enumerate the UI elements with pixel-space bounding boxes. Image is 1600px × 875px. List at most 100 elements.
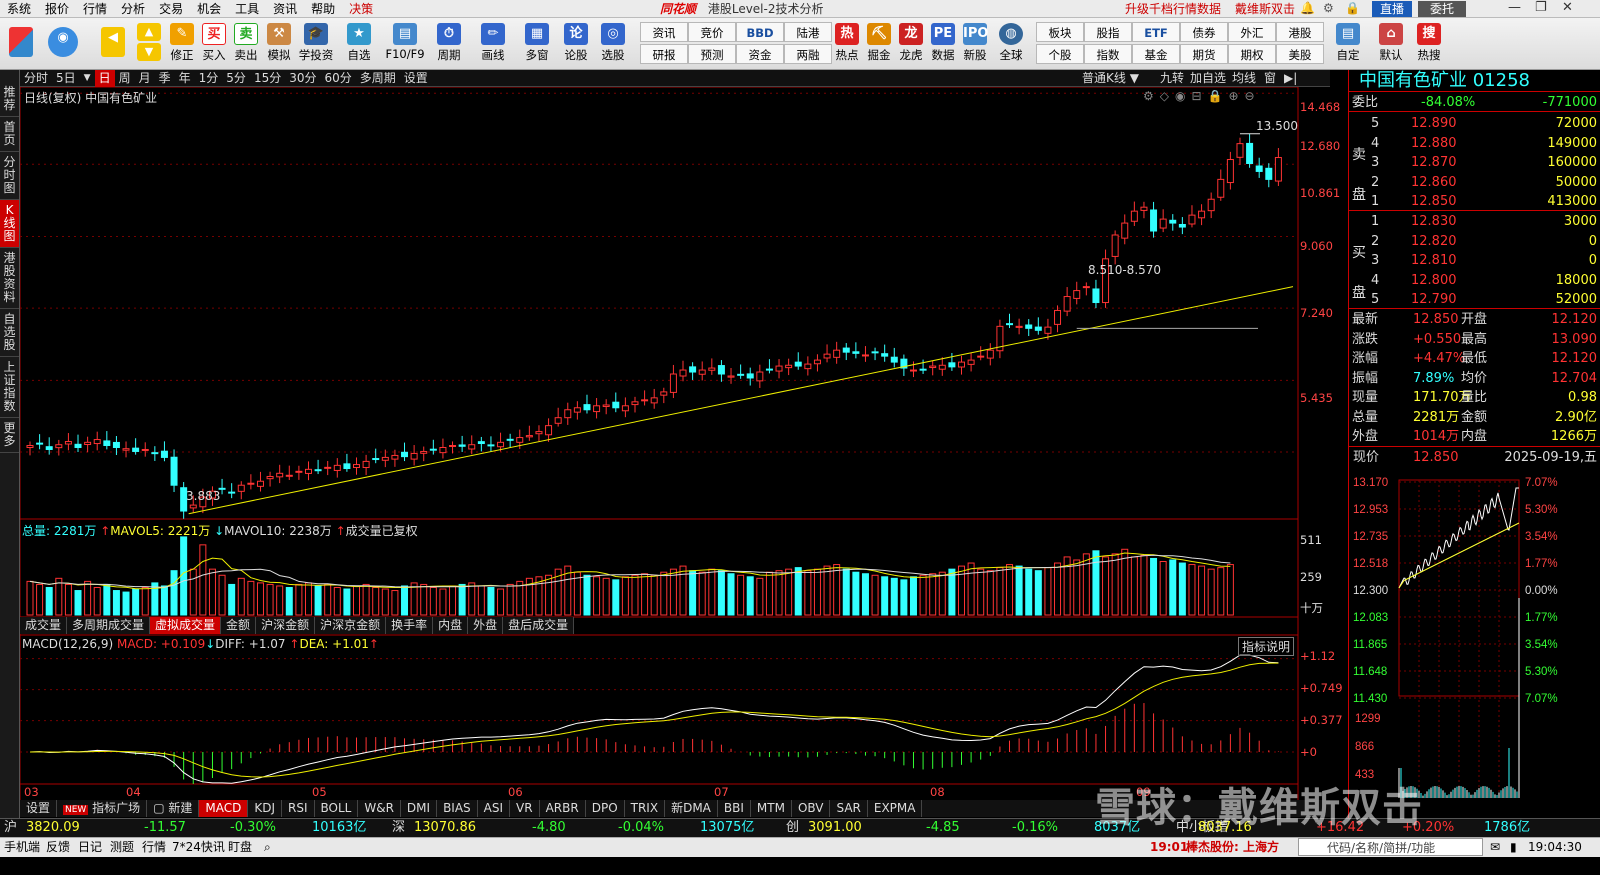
period-multi[interactable]: 多周期 <box>356 70 400 87</box>
bottom-feedback[interactable]: 反馈 <box>46 838 70 857</box>
toolbar-dig[interactable]: ⛏ 掘金 <box>864 21 894 67</box>
gear-icon[interactable]: ⚙ <box>1323 1 1334 15</box>
ind-boll[interactable]: BOLL <box>315 800 359 817</box>
menu-help[interactable]: 帮助 <box>304 0 342 18</box>
left-tab-timeshare[interactable]: 分时图 <box>0 152 19 200</box>
index-name[interactable]: 深 <box>392 819 405 837</box>
toolbar-fix[interactable]: ✎ 修正 <box>167 21 197 67</box>
tab-turnover[interactable]: 换手率 <box>386 617 434 634</box>
bid-row[interactable]: 5 12.790 52000 <box>1349 290 1600 309</box>
period-15min[interactable]: 15分 <box>250 70 285 87</box>
toolbar-draw[interactable]: ✏ 画线 <box>478 21 508 67</box>
toolbar-simulate[interactable]: ⚒ 模拟 <box>264 21 294 67</box>
maximize-icon[interactable]: ❐ <box>1535 0 1547 15</box>
ind-dmi[interactable]: DMI <box>401 800 438 817</box>
period-quarter[interactable]: 季 <box>155 70 175 87</box>
tab-hs-amount[interactable]: 沪深金额 <box>256 617 316 634</box>
tab-virtual-volume[interactable]: 虚拟成交量 <box>150 617 222 634</box>
bottom-diary[interactable]: 日记 <box>78 838 102 857</box>
bottom-quiz[interactable]: 测题 <box>110 838 134 857</box>
ind-newdma[interactable]: 新DMA <box>665 800 718 817</box>
ind-trix[interactable]: TRIX <box>625 800 666 817</box>
period-5min[interactable]: 5分 <box>222 70 250 87</box>
left-tab-recommend[interactable]: 推荐 <box>0 70 19 117</box>
btn-auction[interactable]: 竞价 <box>688 22 736 42</box>
ind-dpo[interactable]: DPO <box>586 800 625 817</box>
toolbar-watchlist[interactable]: ★ 自选 <box>344 21 374 67</box>
stat-row[interactable]: 涨幅 +4.47% 最低 12.120 <box>1349 349 1600 368</box>
order-button[interactable]: 委托 <box>1418 1 1466 17</box>
minimize-icon[interactable]: — <box>1508 0 1521 15</box>
mail-icon[interactable]: ✉ <box>1490 838 1500 857</box>
user-link[interactable]: 戴维斯双击 <box>1235 0 1295 18</box>
toolbar-picker[interactable]: ◎ 选股 <box>598 21 628 67</box>
ind-rsi[interactable]: RSI <box>282 800 315 817</box>
ind-plaza[interactable]: NEW 指标广场 <box>57 800 148 817</box>
kline-type-select[interactable]: 普通K线 ▼ <box>1082 70 1139 87</box>
ind-kdj[interactable]: KDJ <box>248 800 283 817</box>
period-1min[interactable]: 1分 <box>195 70 223 87</box>
news-ticker[interactable]: 棒杰股份: 上海方 <box>1186 838 1279 857</box>
tab-multi-volume[interactable]: 多周期成交量 <box>67 617 151 634</box>
search-icon[interactable]: ⌕ <box>264 838 271 857</box>
period-day[interactable]: 日 <box>94 69 115 87</box>
btn-bbd[interactable]: BBD <box>736 22 784 42</box>
bid-row[interactable]: 3 12.810 0 <box>1349 251 1600 270</box>
stat-row[interactable]: 现量 171.70万 量比 0.98 <box>1349 388 1600 407</box>
menu-tools[interactable]: 工具 <box>228 0 266 18</box>
btn-stock[interactable]: 个股 <box>1036 44 1084 64</box>
toolbar-period[interactable]: ⏱ 周期 <box>434 21 464 67</box>
chart-tool-icons[interactable]: ⚙◇◉⊟🔒⊕⊖ <box>1143 89 1261 103</box>
back-arrow-icon[interactable]: ◀ <box>98 21 128 67</box>
toolbar-global[interactable]: ◍ 全球 <box>996 21 1026 67</box>
btn-fund[interactable]: 基金 <box>1132 44 1180 64</box>
ask-row[interactable]: 2 12.860 50000 <box>1349 173 1600 192</box>
stat-row[interactable]: 外盘 1014万 内盘 1266万 <box>1349 427 1600 446</box>
btn-options[interactable]: 期权 <box>1228 44 1276 64</box>
ask-row[interactable]: 3 12.870 160000 <box>1349 153 1600 172</box>
ind-wr[interactable]: W&R <box>358 800 401 817</box>
bid-row[interactable]: 1 12.830 3000 <box>1349 212 1600 231</box>
index-name[interactable]: 沪 <box>4 819 17 837</box>
add-watchlist-button[interactable]: 加自选 <box>1190 70 1226 87</box>
left-tab-more[interactable]: 更多 <box>0 418 19 453</box>
stat-row[interactable]: 涨跌 +0.550 最高 13.090 <box>1349 330 1600 349</box>
menu-opportunity[interactable]: 机会 <box>190 0 228 18</box>
period-60min[interactable]: 60分 <box>321 70 356 87</box>
period-month[interactable]: 月 <box>135 70 155 87</box>
tab-amount[interactable]: 金额 <box>221 617 257 634</box>
ind-asi[interactable]: ASI <box>478 800 511 817</box>
left-tab-watchlist[interactable]: 自选股 <box>0 309 19 357</box>
btn-futures[interactable]: 期货 <box>1180 44 1228 64</box>
ind-new[interactable]: ▢ 新建 <box>147 800 200 817</box>
ma-button[interactable]: 均线 <box>1232 70 1256 87</box>
expand-icon[interactable]: ▶| <box>1284 70 1297 87</box>
period-settings[interactable]: 设置 <box>400 70 432 87</box>
toolbar-f10[interactable]: ▤ F10/F9 <box>384 21 426 67</box>
left-tab-home[interactable]: 首页 <box>0 117 19 152</box>
btn-forex[interactable]: 外汇 <box>1228 22 1276 42</box>
robot-icon[interactable]: ◉ <box>48 21 78 67</box>
ask-row[interactable]: 5 12.890 72000 <box>1349 114 1600 133</box>
app-logo-icon[interactable] <box>6 21 36 67</box>
bottom-news[interactable]: 7*24快讯 <box>172 838 225 857</box>
btn-index-futures[interactable]: 股指 <box>1084 22 1132 42</box>
nine-turn-button[interactable]: 九转 <box>1160 70 1184 87</box>
ind-bbi[interactable]: BBI <box>718 800 751 817</box>
ind-bias[interactable]: BIAS <box>437 800 478 817</box>
btn-hk[interactable]: 港股 <box>1276 22 1324 42</box>
kline-chart[interactable] <box>20 87 1348 818</box>
menu-analysis[interactable]: 分析 <box>114 0 152 18</box>
close-icon[interactable]: ✕ <box>1562 0 1573 15</box>
toolbar-multiwin[interactable]: ▦ 多窗 <box>522 21 552 67</box>
btn-bond[interactable]: 债券 <box>1180 22 1228 42</box>
toolbar-hot[interactable]: 热热点 <box>832 21 862 67</box>
period-dropdown-icon[interactable]: ▼ <box>80 70 95 87</box>
bottom-market[interactable]: 行情 <box>142 838 166 857</box>
stat-row[interactable]: 总量 2281万 金额 2.90亿 <box>1349 408 1600 427</box>
intraday-chart[interactable]: 13.170 7.07% 12.953 5.30% 12.735 3.54% 12.518 1… <box>1349 468 1600 800</box>
toolbar-buy[interactable]: 买买入 <box>199 21 229 67</box>
bid-row[interactable]: 4 12.800 18000 <box>1349 271 1600 290</box>
ind-arbr[interactable]: ARBR <box>540 800 586 817</box>
btn-etf[interactable]: ETF <box>1132 22 1180 42</box>
